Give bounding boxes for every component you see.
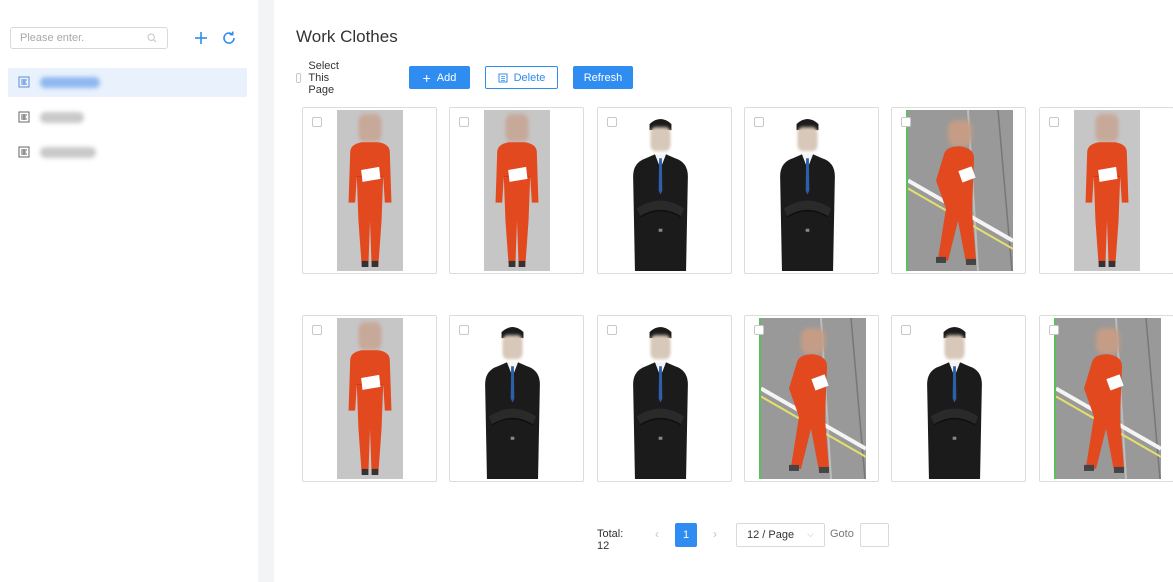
library-icon: [18, 76, 30, 88]
card-checkbox[interactable]: [901, 325, 911, 335]
person-black-suit-image: [771, 110, 844, 271]
person-orange-workwear-image: [484, 110, 550, 271]
person-orange-workwear-street-image: [906, 110, 1013, 271]
goto-label: Goto: [830, 528, 854, 540]
image-card[interactable]: [302, 315, 437, 482]
person-black-suit-image: [918, 318, 991, 479]
card-checkbox[interactable]: [1049, 325, 1059, 335]
next-page-icon[interactable]: ›: [713, 527, 717, 541]
search-icon[interactable]: [147, 33, 157, 43]
search-box[interactable]: [10, 27, 168, 49]
image-grid: [302, 107, 1173, 487]
goto-input[interactable]: [860, 523, 889, 547]
card-checkbox[interactable]: [1049, 117, 1059, 127]
library-tree: [8, 68, 247, 173]
tree-item[interactable]: [8, 138, 247, 167]
page-number-button[interactable]: 1: [675, 523, 697, 547]
person-orange-workwear-image: [337, 318, 403, 479]
library-icon: [18, 111, 30, 123]
total-count: Total: 12: [597, 528, 624, 552]
select-page-label: Select This Page: [308, 59, 339, 96]
tree-item-label: [40, 147, 96, 158]
card-checkbox[interactable]: [607, 117, 617, 127]
image-card[interactable]: [1039, 107, 1173, 274]
person-orange-workwear-image: [1074, 110, 1140, 271]
card-checkbox[interactable]: [459, 117, 469, 127]
add-button[interactable]: + Add: [409, 66, 470, 89]
image-card[interactable]: [597, 107, 732, 274]
tree-item-label: [40, 77, 100, 88]
person-orange-workwear-image: [337, 110, 403, 271]
refresh-button[interactable]: Refresh: [573, 66, 633, 89]
page-size-value: 12 / Page: [747, 529, 795, 541]
image-card[interactable]: [449, 315, 584, 482]
card-checkbox[interactable]: [459, 325, 469, 335]
tree-item[interactable]: [8, 103, 247, 132]
person-orange-workwear-street-image: [1054, 318, 1161, 479]
page-title: Work Clothes: [296, 27, 398, 46]
add-button-label: Add: [436, 71, 457, 84]
checkbox[interactable]: [296, 72, 302, 83]
plus-icon: +: [422, 69, 431, 86]
card-checkbox[interactable]: [312, 325, 322, 335]
image-card[interactable]: [744, 107, 879, 274]
prev-page-icon[interactable]: ‹: [655, 527, 659, 541]
refresh-icon[interactable]: [220, 29, 238, 47]
image-card[interactable]: [891, 315, 1026, 482]
person-black-suit-image: [624, 110, 697, 271]
person-orange-workwear-street-image: [759, 318, 866, 479]
delete-button[interactable]: Delete: [485, 66, 558, 89]
card-checkbox[interactable]: [754, 117, 764, 127]
add-icon[interactable]: [192, 29, 210, 47]
image-card[interactable]: [597, 315, 732, 482]
refresh-button-label: Refresh: [583, 71, 623, 84]
page-size-select[interactable]: 12 / Page ⌵: [736, 523, 825, 547]
person-black-suit-image: [476, 318, 549, 479]
image-card[interactable]: [302, 107, 437, 274]
chevron-down-icon: ⌵: [807, 529, 814, 539]
select-page-checkbox[interactable]: Select This Page: [296, 60, 344, 96]
trash-icon: [498, 73, 508, 82]
image-card[interactable]: [449, 107, 584, 274]
tree-item-label: [40, 112, 84, 123]
delete-button-label: Delete: [513, 71, 546, 84]
card-checkbox[interactable]: [901, 117, 911, 127]
card-checkbox[interactable]: [607, 325, 617, 335]
library-icon: [18, 146, 30, 158]
card-checkbox[interactable]: [312, 117, 322, 127]
image-card[interactable]: [891, 107, 1026, 274]
card-checkbox[interactable]: [754, 325, 764, 335]
person-black-suit-image: [624, 318, 697, 479]
sidebar: [0, 0, 258, 582]
tree-item[interactable]: [8, 68, 247, 97]
search-input[interactable]: [20, 28, 146, 48]
image-card[interactable]: [1039, 315, 1173, 482]
image-card[interactable]: [744, 315, 879, 482]
panel-divider: [258, 0, 274, 582]
